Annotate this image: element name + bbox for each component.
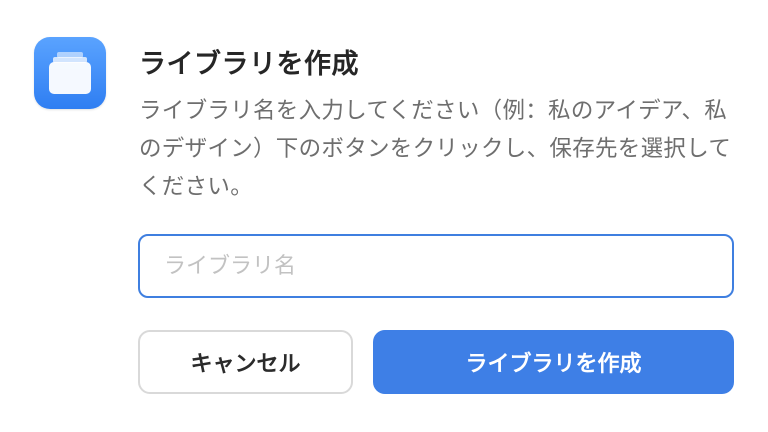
cancel-button[interactable]: キャンセル — [138, 330, 353, 394]
dialog-description: ライブラリ名を入力してください（例：私のアイデア、私のデザイン）下のボタンをクリ… — [139, 98, 732, 200]
dialog-title: ライブラリを作成 — [139, 49, 359, 80]
library-name-input[interactable] — [138, 234, 734, 298]
library-folder-icon — [34, 37, 106, 109]
create-library-dialog: ライブラリを作成 ライブラリ名を入力してください（例：私のアイデア、私のデザイン… — [0, 0, 768, 432]
create-library-button[interactable]: ライブラリを作成 — [373, 330, 734, 394]
